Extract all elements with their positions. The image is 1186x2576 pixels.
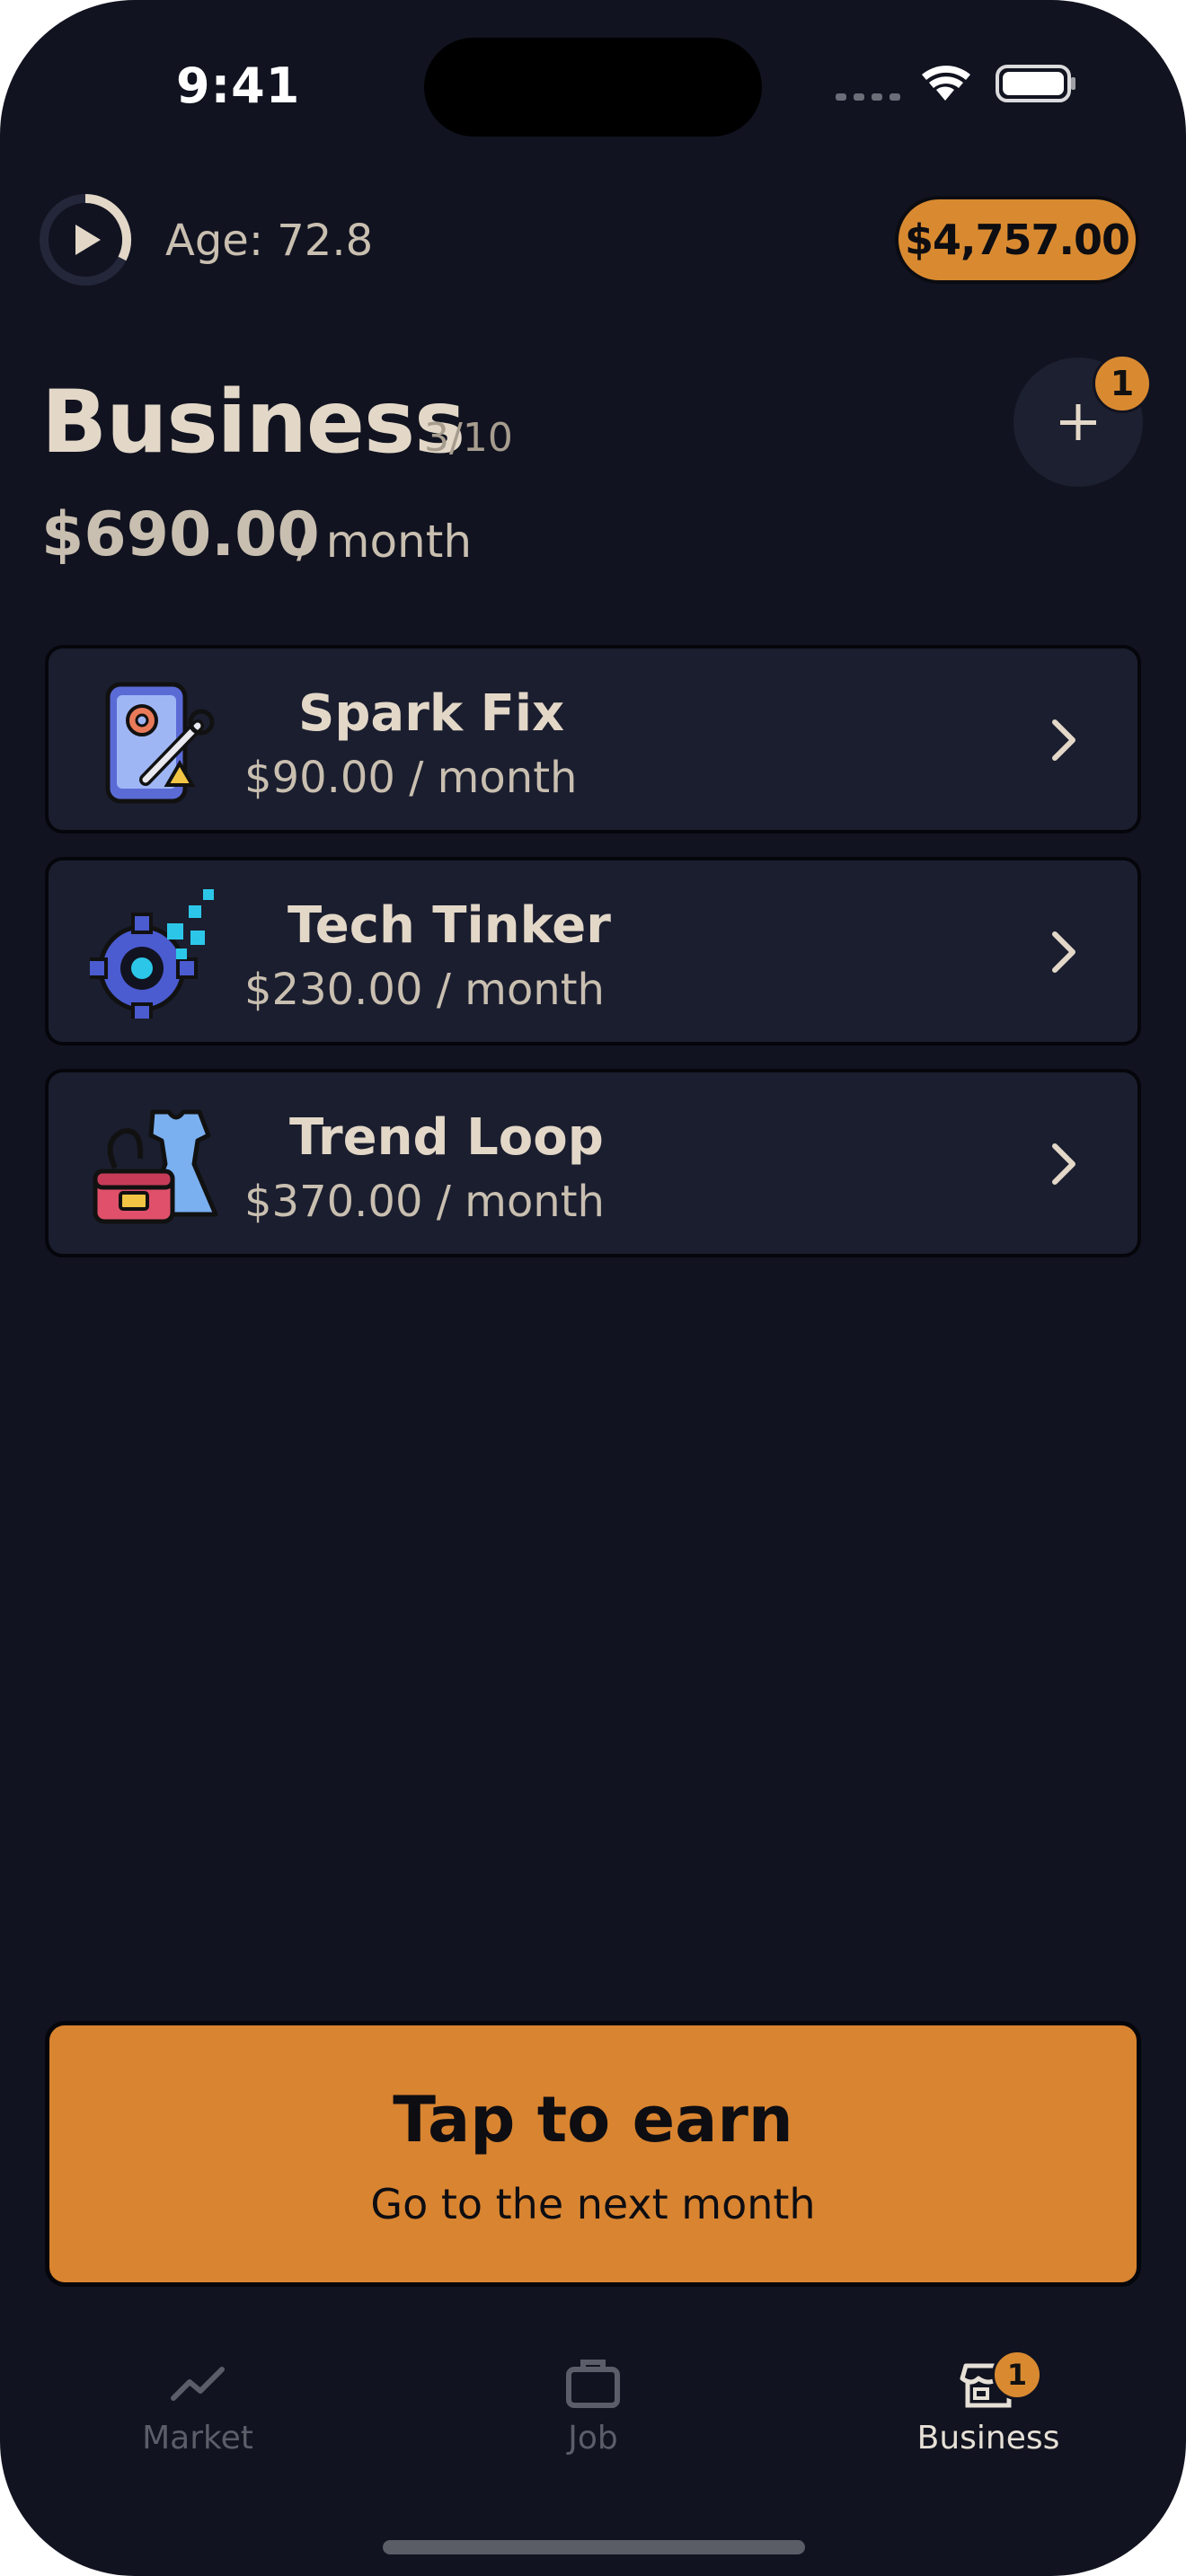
status-time: 9:41 bbox=[176, 57, 301, 114]
business-card-tech-tinker[interactable]: Tech Tinker $230.00 / month bbox=[45, 857, 1141, 1045]
tap-to-earn-button[interactable]: Tap to earn Go to the next month bbox=[45, 2021, 1141, 2287]
tab-label: Business bbox=[916, 2420, 1060, 2457]
phone-repair-icon bbox=[105, 682, 215, 804]
tab-label: Market bbox=[142, 2420, 253, 2457]
cellular-signal-icon bbox=[836, 93, 900, 101]
business-count: 3/10 bbox=[424, 415, 513, 461]
business-card-spark-fix[interactable]: Spark Fix $90.00 / month bbox=[45, 645, 1141, 834]
tab-market[interactable]: Market bbox=[90, 2353, 305, 2461]
earn-subtitle: Go to the next month bbox=[370, 2180, 816, 2228]
age-progress-play-button[interactable] bbox=[36, 190, 135, 289]
age-label: Age: 72.8 bbox=[165, 216, 374, 266]
business-income: $370.00 / month bbox=[244, 1177, 605, 1227]
wifi-icon bbox=[922, 66, 970, 101]
business-income: $90.00 / month bbox=[244, 753, 578, 803]
dynamic-island bbox=[424, 38, 762, 137]
monthly-total: $690.00 bbox=[41, 499, 320, 570]
briefcase-icon bbox=[566, 2360, 620, 2408]
business-name: Trend Loop bbox=[289, 1108, 604, 1167]
add-business-badge: 1 bbox=[1093, 354, 1152, 413]
play-icon bbox=[75, 225, 101, 255]
battery-icon bbox=[996, 65, 1075, 102]
page-title: Business bbox=[41, 372, 465, 472]
tab-job[interactable]: Job bbox=[485, 2353, 701, 2461]
business-list: Spark Fix $90.00 / month Tech Tinker $23… bbox=[45, 645, 1141, 1281]
app-screen: 9:41 Age: 72.8 $4,757.00 Business 3/10 1… bbox=[0, 0, 1186, 2576]
chevron-right-icon bbox=[1052, 1143, 1075, 1185]
business-name: Tech Tinker bbox=[288, 896, 611, 955]
status-icons bbox=[836, 65, 1075, 102]
business-card-trend-loop[interactable]: Trend Loop $370.00 / month bbox=[45, 1069, 1141, 1257]
dress-handbag-icon bbox=[93, 1109, 218, 1224]
tab-business[interactable]: Business 1 bbox=[881, 2350, 1096, 2461]
chart-line-icon bbox=[171, 2367, 225, 2401]
earn-title: Tap to earn bbox=[393, 2083, 793, 2157]
business-income: $230.00 / month bbox=[244, 965, 605, 1015]
gear-pixels-icon bbox=[90, 889, 214, 1019]
chevron-right-icon bbox=[1052, 931, 1075, 973]
chevron-right-icon bbox=[1052, 719, 1075, 761]
home-indicator bbox=[383, 2540, 805, 2554]
monthly-unit: / month bbox=[296, 516, 473, 568]
business-name: Spark Fix bbox=[298, 684, 565, 743]
tab-label: Job bbox=[568, 2420, 618, 2457]
cash-balance: $4,757.00 bbox=[895, 196, 1139, 284]
tab-badge: 1 bbox=[992, 2350, 1042, 2400]
